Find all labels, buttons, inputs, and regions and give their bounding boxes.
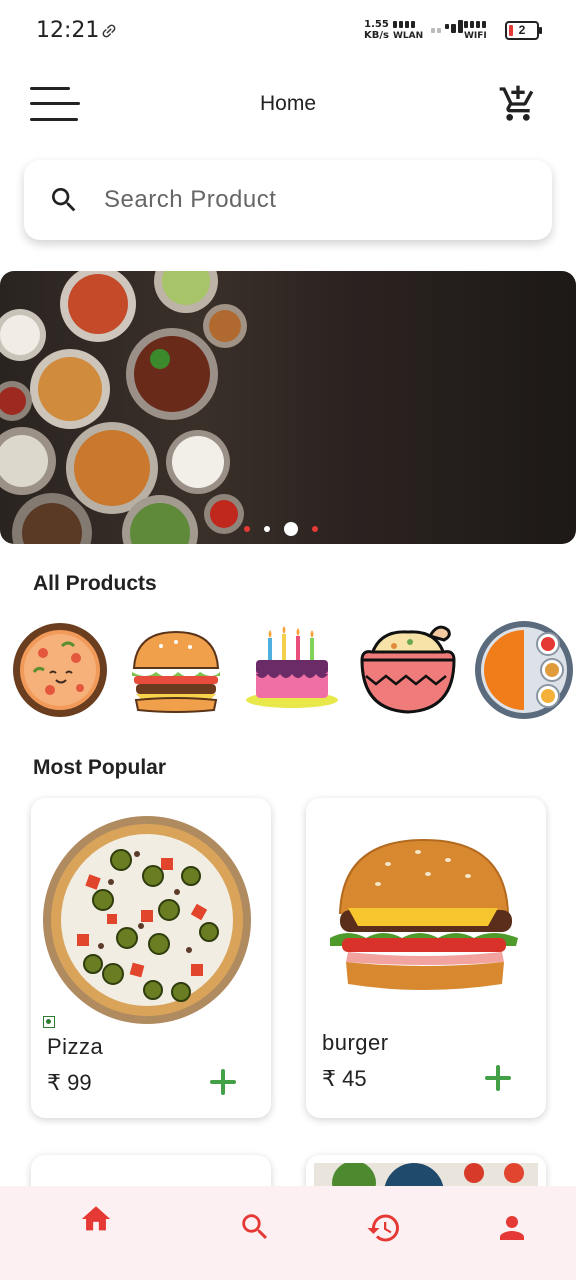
add-to-cart-button[interactable] <box>207 1066 239 1098</box>
page-title: Home <box>259 92 317 115</box>
add-to-cart-icon[interactable] <box>498 84 538 124</box>
battery-level: 2 <box>518 23 526 37</box>
add-to-cart-button[interactable] <box>482 1062 514 1094</box>
battery-icon: 2 <box>505 21 542 40</box>
wifi-signal-icon <box>464 21 486 28</box>
veg-indicator-icon <box>43 1016 55 1028</box>
sim-signal-dim-icon <box>431 28 441 33</box>
product-price: ₹ 99 <box>47 1070 92 1095</box>
carousel-dot-active[interactable] <box>284 522 298 536</box>
banner-food-image <box>0 271 247 544</box>
product-name: burger <box>322 1030 389 1055</box>
promo-banner-carousel[interactable] <box>0 271 576 544</box>
thali-icon[interactable] <box>474 620 574 720</box>
status-time: 12:21 <box>36 18 100 43</box>
bottom-navigation <box>0 1186 576 1280</box>
status-bar: 12:21 1.55 KB/s WLAN WIFI 2 <box>0 0 576 62</box>
sim-signal-icon <box>445 20 463 33</box>
search-bar[interactable] <box>24 160 552 240</box>
product-image-burger <box>330 838 518 990</box>
biryani-pot-icon[interactable] <box>358 620 458 720</box>
wlan-label: WLAN <box>393 31 424 41</box>
person-icon[interactable] <box>494 1210 530 1246</box>
link-icon <box>102 24 116 38</box>
carousel-indicator <box>244 522 318 536</box>
most-popular-title: Most Popular <box>33 756 167 779</box>
carousel-dot[interactable] <box>244 526 250 532</box>
network-speed: 1.55 KB/s <box>364 19 389 41</box>
wlan-signal-icon <box>393 21 415 28</box>
pizza-icon[interactable] <box>10 620 110 720</box>
search-input[interactable] <box>104 160 524 240</box>
product-image-pizza <box>43 816 251 1024</box>
wifi-label: WIFI <box>464 31 487 41</box>
network-speed-value: 1.55 <box>364 19 389 30</box>
all-products-title: All Products <box>33 572 157 595</box>
cake-icon[interactable] <box>242 620 342 720</box>
carousel-dot[interactable] <box>312 526 318 532</box>
product-price: ₹ 45 <box>322 1066 367 1091</box>
burger-icon[interactable] <box>126 620 226 720</box>
network-speed-unit: KB/s <box>364 30 389 41</box>
carousel-dot[interactable] <box>264 526 270 532</box>
product-card-burger[interactable]: burger ₹ 45 <box>306 798 546 1118</box>
search-icon[interactable] <box>238 1210 272 1244</box>
history-icon[interactable] <box>366 1210 402 1246</box>
home-icon[interactable] <box>79 1202 113 1236</box>
search-icon <box>52 188 76 212</box>
product-card-pizza[interactable]: Pizza ₹ 99 <box>31 798 271 1118</box>
product-name: Pizza <box>47 1034 104 1059</box>
